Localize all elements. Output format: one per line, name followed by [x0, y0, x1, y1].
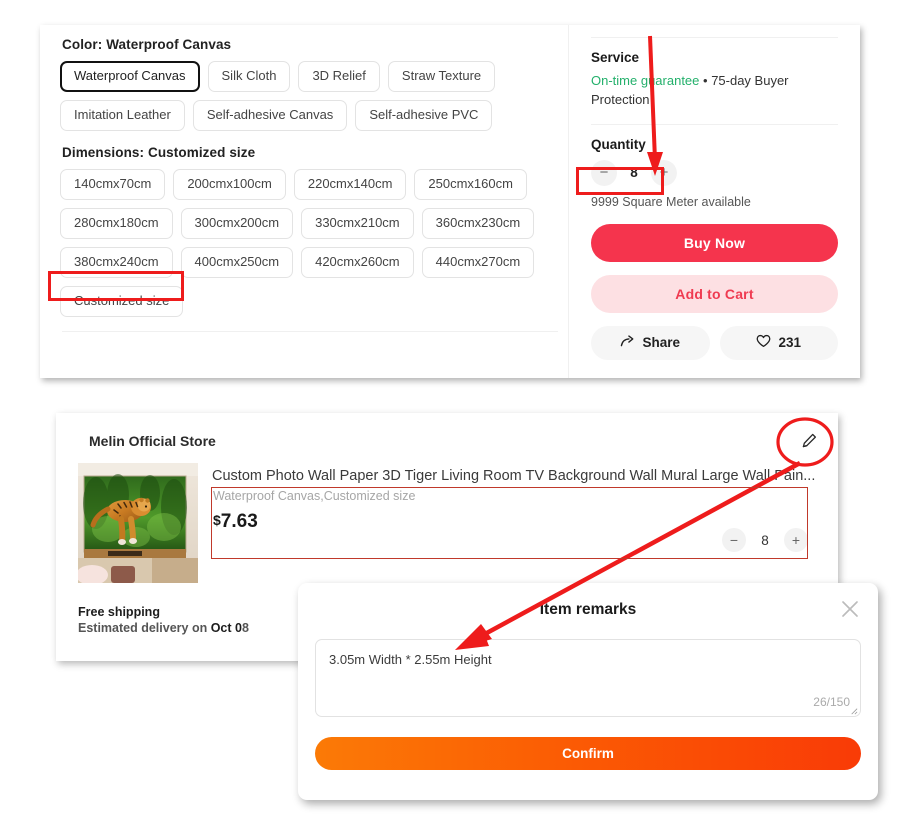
cart-quantity-increment-button[interactable]: + [784, 528, 808, 552]
store-name[interactable]: Melin Official Store [89, 433, 216, 449]
secondary-actions-row: Share 231 [591, 325, 838, 360]
resize-grip-icon[interactable] [849, 706, 858, 715]
dimension-chip-420x260[interactable]: 420cmx260cm [301, 246, 414, 278]
shipping-estimate-date: Oct 0 [210, 621, 242, 635]
quantity-decrement-button[interactable]: − [591, 159, 617, 186]
product-thumbnail[interactable] [78, 463, 198, 583]
quantity-stepper[interactable]: − 8 + [591, 159, 677, 186]
price-value: 7.63 [220, 511, 258, 532]
dimension-chip-row-2: 280cmx180cm 300cmx200cm 330cmx210cm 360c… [60, 207, 570, 239]
dimension-chip-140x70[interactable]: 140cmx70cm [60, 168, 166, 200]
like-count: 231 [778, 335, 802, 351]
edit-remarks-button[interactable] [796, 427, 822, 453]
modal-title: Item remarks [539, 601, 637, 618]
color-chip-silk-cloth[interactable]: Silk Cloth [207, 61, 291, 92]
cart-quantity-value[interactable]: 8 [752, 533, 778, 548]
cart-quantity-stepper[interactable]: − 8 + [722, 528, 808, 552]
purchase-column: Service On-time guarantee • 75-day Buyer… [568, 25, 860, 378]
pencil-icon [802, 433, 816, 447]
like-button[interactable]: 231 [719, 325, 838, 360]
dimension-chip-row-1: 140cmx70cm 200cmx100cm 220cmx140cm 250cm… [60, 168, 570, 200]
shipping-estimate-prefix: Estimated delivery on [78, 621, 211, 635]
color-chip-straw-texture[interactable]: Straw Texture [387, 61, 496, 92]
purchase-top-divider [591, 37, 838, 38]
dimension-chip-440x270[interactable]: 440cmx270cm [421, 246, 535, 278]
quantity-heading: Quantity [591, 136, 646, 152]
product-options-panel: Color: Waterproof Canvas Waterproof Canv… [40, 25, 860, 378]
color-chip-3d-relief[interactable]: 3D Relief [298, 61, 380, 92]
dimension-chip-380x240[interactable]: 380cmx240cm [60, 246, 173, 278]
currency-symbol: $ [213, 512, 221, 528]
dimension-chip-200x100[interactable]: 200cmx100cm [173, 168, 286, 200]
cart-item-sku: Waterproof Canvas,Customized size [213, 489, 416, 503]
remarks-text-value[interactable]: 3.05m Width * 2.55m Height [329, 652, 492, 667]
dimension-chip-400x250[interactable]: 400cmx250cm [180, 246, 294, 278]
service-separator: • [699, 73, 712, 88]
character-counter: 26/150 [813, 695, 850, 709]
color-chip-self-adhesive-pvc[interactable]: Self-adhesive PVC [355, 99, 493, 131]
dimension-chip-250x160[interactable]: 250cmx160cm [414, 168, 527, 200]
color-chip-imitation-leather[interactable]: Imitation Leather [60, 99, 185, 131]
shipping-estimate: Estimated delivery on Oct 08 [78, 621, 249, 635]
shipping-title: Free shipping [78, 605, 160, 619]
confirm-button[interactable]: Confirm [315, 737, 861, 770]
dimension-chip-220x140[interactable]: 220cmx140cm [293, 168, 407, 200]
service-text: On-time guarantee • 75-day Buyer Protect… [591, 72, 838, 110]
color-group-label: Color: Waterproof Canvas [62, 37, 232, 52]
options-divider [62, 330, 558, 332]
dimension-chip-customized-size[interactable]: Customized size [60, 285, 184, 317]
cart-item-title[interactable]: Custom Photo Wall Paper 3D Tiger Living … [212, 468, 832, 484]
color-chip-row-1: Waterproof Canvas Silk Cloth 3D Relief S… [60, 61, 570, 92]
dimension-chip-280x180[interactable]: 280cmx180cm [60, 207, 173, 239]
service-heading: Service [591, 50, 640, 65]
screenshot-stage: Color: Waterproof Canvas Waterproof Canv… [0, 0, 920, 820]
share-label: Share [642, 335, 681, 351]
color-chip-waterproof-canvas[interactable]: Waterproof Canvas [60, 61, 200, 92]
share-icon [620, 334, 635, 351]
shipping-block: Free shipping Estimated delivery on Oct … [78, 605, 249, 635]
availability-text: 9999 Square Meter available [591, 194, 751, 209]
dimension-chip-300x200[interactable]: 300cmx200cm [180, 207, 294, 239]
quantity-increment-button[interactable]: + [651, 159, 677, 186]
share-button[interactable]: Share [591, 325, 710, 360]
buy-now-button[interactable]: Buy Now [591, 223, 838, 262]
color-chip-self-adhesive-canvas[interactable]: Self-adhesive Canvas [192, 99, 348, 131]
remarks-textarea[interactable]: 3.05m Width * 2.55m Height 26/150 [315, 639, 861, 717]
dimension-chip-row-3: 380cmx240cm 400cmx250cm 420cmx260cm 440c… [60, 246, 570, 278]
heart-icon [756, 334, 771, 351]
cart-item-price: $7.63 [213, 511, 258, 533]
color-chip-row-2: Imitation Leather Self-adhesive Canvas S… [60, 99, 570, 131]
tiger-mural-image [78, 463, 198, 583]
quantity-value[interactable]: 8 [617, 165, 651, 180]
dimension-chip-row-4: Customized size [60, 285, 570, 317]
dimension-chip-330x210[interactable]: 330cmx210cm [301, 207, 414, 239]
close-icon[interactable] [838, 597, 862, 621]
dimension-chip-360x230[interactable]: 360cmx230cm [421, 207, 535, 239]
shipping-estimate-tail: 8 [241, 621, 249, 635]
dimensions-group-label: Dimensions: Customized size [62, 144, 256, 160]
add-to-cart-button[interactable]: Add to Cart [591, 274, 838, 313]
service-divider [591, 123, 838, 125]
item-remarks-modal: Item remarks 3.05m Width * 2.55m Height … [298, 583, 878, 800]
cart-quantity-decrement-button[interactable]: − [722, 528, 746, 552]
options-column: Color: Waterproof Canvas Waterproof Canv… [50, 25, 570, 332]
service-guarantee-text: On-time guarantee [591, 73, 700, 88]
